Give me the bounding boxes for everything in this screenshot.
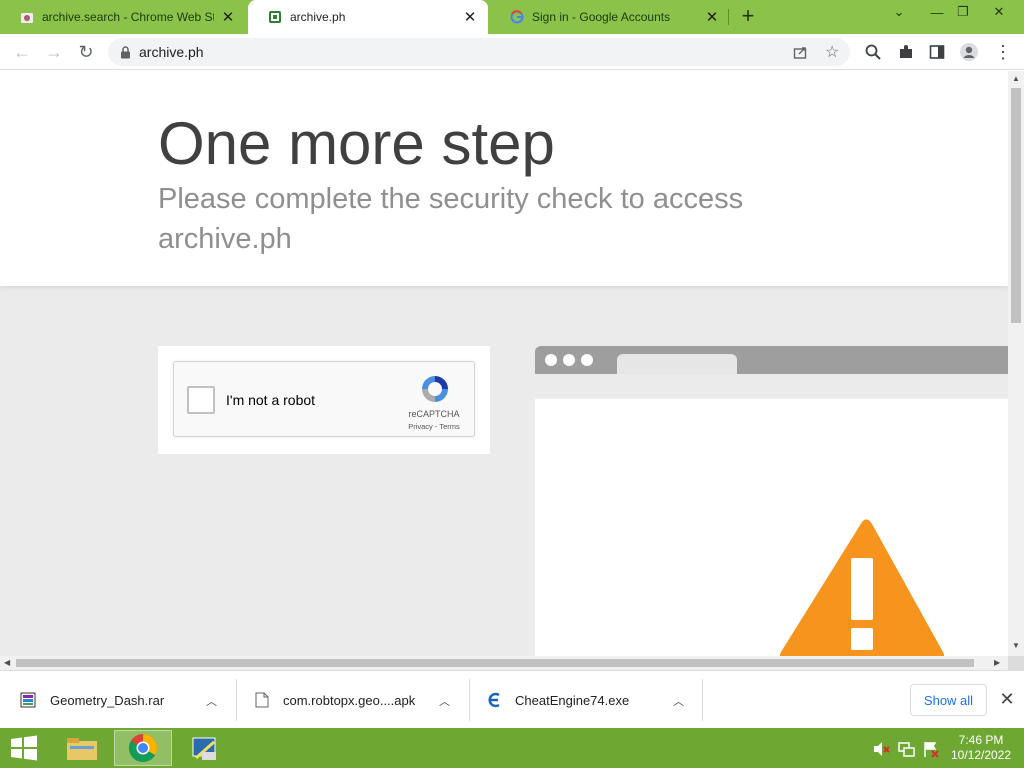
tab-title: archive.ph xyxy=(290,10,346,24)
address-bar[interactable]: archive.ph ☆ xyxy=(108,38,850,66)
download-filename: Geometry_Dash.rar xyxy=(50,692,165,708)
recaptcha-widget: I'm not a robot reCAPTCHA Privacy - Term… xyxy=(173,361,475,437)
scrollbar-corner xyxy=(1008,656,1024,670)
close-download-shelf-icon[interactable]: ✕ xyxy=(996,688,1018,710)
browser-window: { "tabs": [ {"title": "archive.search - … xyxy=(0,0,1024,768)
forward-button[interactable]: → xyxy=(41,39,67,65)
vertical-scrollbar[interactable]: ▲ ▼ xyxy=(1008,71,1024,656)
taskbar-file-explorer[interactable] xyxy=(53,730,111,766)
not-robot-label[interactable]: I'm not a robot xyxy=(226,392,315,408)
horizontal-scrollbar[interactable]: ◀ ▶ xyxy=(0,656,1008,670)
taskbar-clock[interactable]: 7:46 PM 10/12/2022 xyxy=(944,733,1018,763)
tab-strip: archive.search - Chrome Web Store ✕ arch… xyxy=(0,0,1024,34)
illustration-title-bar xyxy=(535,346,1008,374)
scroll-up-arrow-icon[interactable]: ▲ xyxy=(1012,74,1020,83)
profile-avatar-icon[interactable] xyxy=(956,39,982,65)
chrome-icon xyxy=(129,734,157,762)
action-center-flag-icon[interactable] xyxy=(922,740,940,758)
new-tab-button[interactable]: + xyxy=(738,5,758,27)
close-tab-icon[interactable]: ✕ xyxy=(220,9,236,26)
recaptcha-logo-icon xyxy=(422,376,448,402)
extensions-puzzle-icon[interactable] xyxy=(893,39,919,65)
bookmark-star-icon[interactable]: ☆ xyxy=(825,42,839,62)
reload-button[interactable]: ↻ xyxy=(73,39,99,65)
close-tab-icon[interactable]: ✕ xyxy=(462,9,478,26)
page-viewport: One more step Please complete the securi… xyxy=(0,71,1008,656)
browser-warning-illustration xyxy=(535,346,1008,656)
not-robot-checkbox[interactable] xyxy=(187,386,215,414)
taskbar-installer-app[interactable] xyxy=(176,730,234,766)
horizontal-scroll-thumb[interactable] xyxy=(16,659,974,667)
illustration-dot xyxy=(563,354,575,366)
share-icon[interactable] xyxy=(793,45,808,60)
download-filename: CheatEngine74.exe xyxy=(515,692,630,708)
windows-start-icon[interactable] xyxy=(8,734,40,762)
cheat-engine-icon xyxy=(488,692,500,708)
page-title: One more step xyxy=(158,110,555,177)
page-subtitle: Please complete the security check to ac… xyxy=(158,183,744,255)
tab-title: archive.search - Chrome Web Store xyxy=(42,10,214,24)
lock-icon[interactable] xyxy=(120,45,131,59)
google-icon xyxy=(510,10,524,24)
recaptcha-brand: reCAPTCHA xyxy=(408,409,460,419)
archive-favicon-icon xyxy=(269,11,281,23)
windows-taskbar: 7:46 PM 10/12/2022 xyxy=(0,728,1024,768)
download-item[interactable]: Geometry_Dash.rar ︿ xyxy=(20,671,234,729)
download-filename: com.robtopx.geo....apk xyxy=(283,692,416,708)
folder-icon xyxy=(67,738,97,760)
url-text[interactable]: archive.ph xyxy=(139,44,204,60)
taskbar-chrome[interactable] xyxy=(114,730,172,766)
volume-muted-icon[interactable] xyxy=(872,740,890,758)
scroll-down-arrow-icon[interactable]: ▼ xyxy=(1012,641,1020,650)
illustration-dot xyxy=(581,354,593,366)
rar-archive-icon xyxy=(20,692,36,708)
warning-triangle-icon xyxy=(779,519,945,656)
recaptcha-privacy-terms-links[interactable]: Privacy - Terms xyxy=(396,422,472,431)
tab-chrome-web-store[interactable]: archive.search - Chrome Web Store ✕ xyxy=(0,0,246,34)
installer-icon xyxy=(192,737,216,760)
chrome-web-store-icon xyxy=(21,13,33,23)
tab-search-chevron-icon[interactable]: ⌄ xyxy=(884,2,914,22)
show-all-downloads-button[interactable]: Show all xyxy=(910,684,987,716)
download-separator xyxy=(236,679,237,721)
chevron-up-icon[interactable]: ︿ xyxy=(673,693,684,709)
page-header: One more step Please complete the securi… xyxy=(0,71,1008,286)
tab-separator xyxy=(728,9,729,25)
download-separator xyxy=(469,679,470,721)
chevron-up-icon[interactable]: ︿ xyxy=(206,693,217,709)
menu-kebab-icon[interactable]: ⋮ xyxy=(990,39,1016,65)
download-item[interactable]: com.robtopx.geo....apk ︿ xyxy=(255,671,467,729)
chevron-up-icon[interactable]: ︿ xyxy=(439,693,450,709)
illustration-tab xyxy=(617,354,737,374)
download-shelf: Geometry_Dash.rar ︿ com.robtopx.geo....a… xyxy=(0,670,1024,728)
side-panel-icon[interactable] xyxy=(924,39,950,65)
close-window-button[interactable]: ✕ xyxy=(984,2,1014,22)
download-item[interactable]: CheatEngine74.exe ︿ xyxy=(487,671,699,729)
vertical-scroll-thumb[interactable] xyxy=(1011,88,1021,323)
scroll-left-arrow-icon[interactable]: ◀ xyxy=(4,658,10,667)
back-button[interactable]: ← xyxy=(9,39,35,65)
download-separator xyxy=(702,679,703,721)
network-icon[interactable] xyxy=(898,740,916,758)
illustration-dot xyxy=(545,354,557,366)
file-icon xyxy=(255,692,269,708)
zoom-icon[interactable] xyxy=(860,39,886,65)
tab-title: Sign in - Google Accounts xyxy=(532,10,671,24)
captcha-card: I'm not a robot reCAPTCHA Privacy - Term… xyxy=(158,346,490,454)
close-tab-icon[interactable]: ✕ xyxy=(704,9,720,26)
restore-button[interactable]: ❐ xyxy=(948,2,978,22)
clock-date: 10/12/2022 xyxy=(950,748,1012,762)
tab-google-sign-in[interactable]: Sign in - Google Accounts ✕ xyxy=(490,0,730,34)
clock-time: 7:46 PM xyxy=(958,733,1004,747)
browser-toolbar: ← → ↻ archive.ph ☆ ⋮ xyxy=(0,34,1024,70)
tab-archive-ph[interactable]: archive.ph ✕ xyxy=(248,0,488,34)
scroll-right-arrow-icon[interactable]: ▶ xyxy=(994,658,1000,667)
